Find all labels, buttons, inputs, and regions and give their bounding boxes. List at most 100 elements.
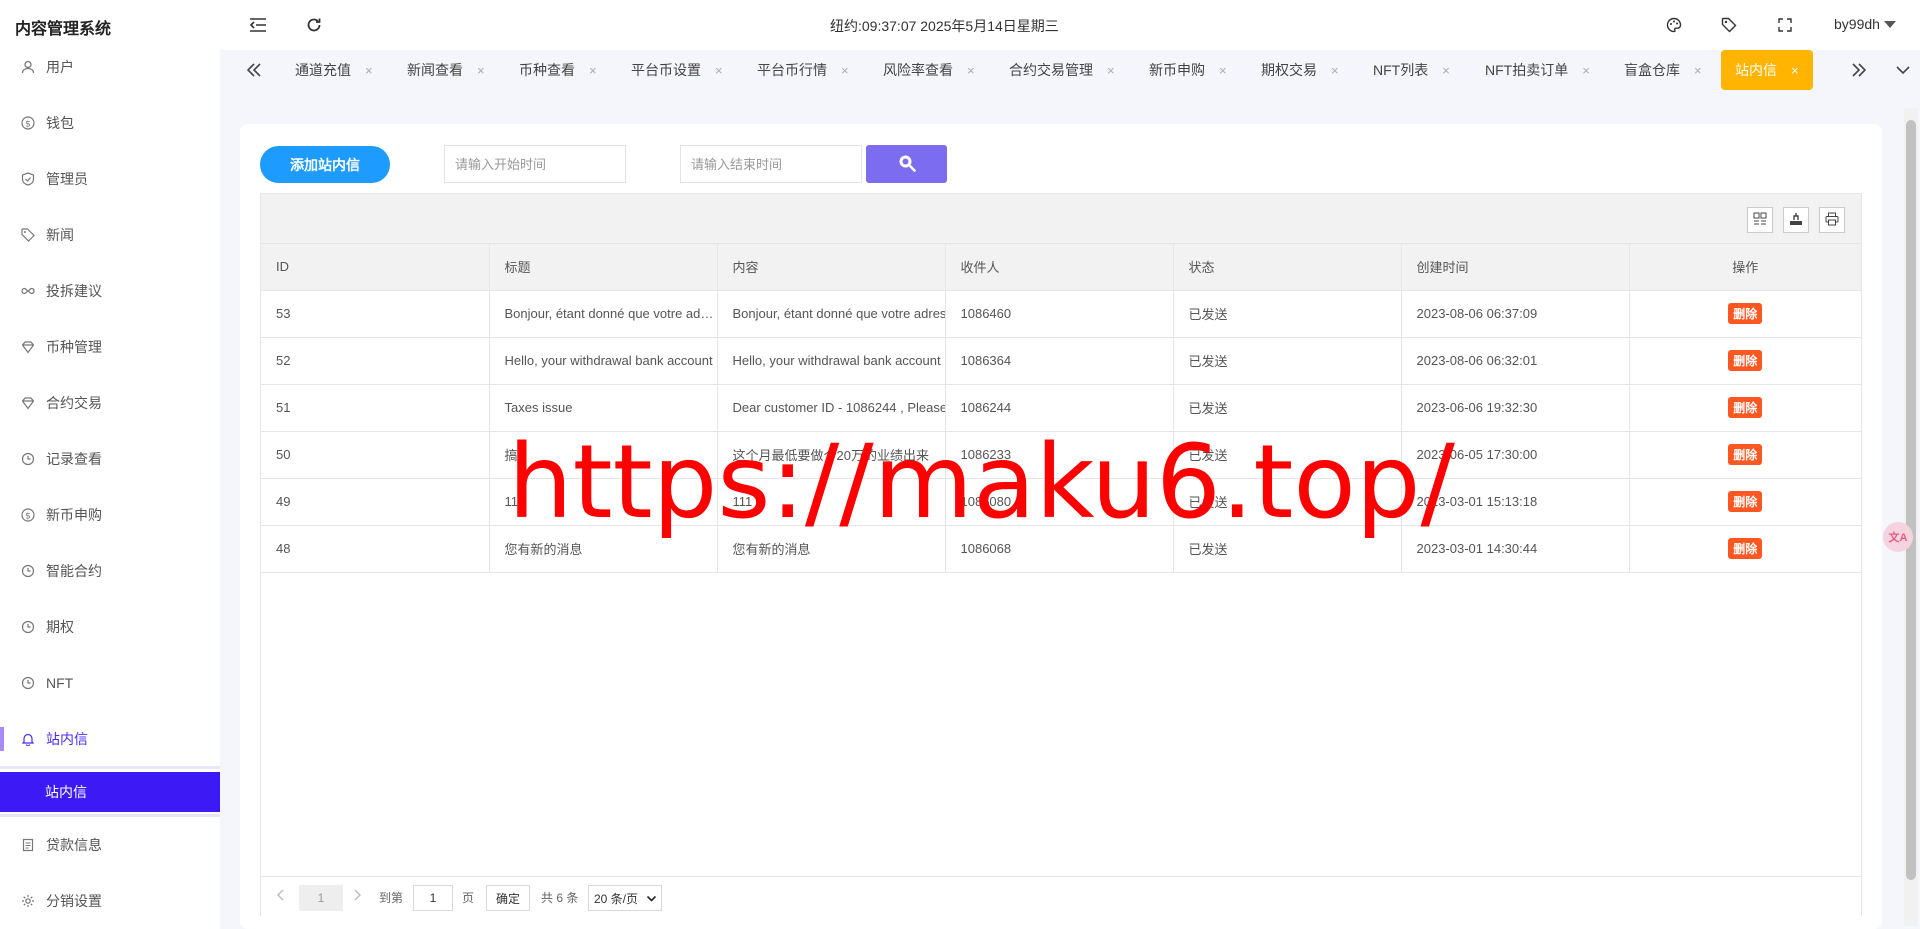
print-button[interactable] — [1819, 207, 1845, 233]
palette-icon[interactable] — [1663, 14, 1685, 36]
submenu-item-messages[interactable]: 站内信 — [0, 772, 220, 812]
export-button[interactable] — [1783, 207, 1809, 233]
tabs-dropdown-icon[interactable] — [1891, 58, 1915, 82]
fullscreen-icon[interactable] — [1774, 14, 1796, 36]
sidebar-item-label: 投拆建议 — [46, 283, 102, 299]
caret-down-icon[interactable] — [1884, 21, 1896, 28]
column-header[interactable]: ID — [261, 244, 490, 291]
table-row[interactable]: 49 111 111 1086080 已发送 2023-03-01 15:13:… — [261, 478, 1861, 526]
close-icon[interactable]: × — [1219, 63, 1227, 78]
export-icon — [1789, 212, 1803, 229]
cell-content: Dear customer ID - 1086244 , Please — [717, 384, 946, 432]
printer-icon — [1825, 212, 1839, 229]
tab-contract-trading[interactable]: 合约交易管理 × — [1009, 50, 1115, 90]
close-icon[interactable]: × — [1694, 63, 1702, 78]
scrollbar-thumb[interactable] — [1906, 120, 1916, 880]
tab-nft-list[interactable]: NFT列表 × — [1373, 50, 1450, 90]
sidebar-item-smart-contracts[interactable]: 智能合约 — [0, 551, 220, 591]
sidebar-item-loans[interactable]: 贷款信息 — [0, 825, 220, 865]
goto-page-input[interactable]: 1 — [413, 885, 453, 911]
sidebar-item-contracts[interactable]: 合约交易 — [0, 383, 220, 423]
tabs-scroll-right-icon[interactable] — [1847, 58, 1871, 82]
sidebar-item-distribution[interactable]: 分销设置 — [0, 881, 220, 921]
close-icon[interactable]: × — [477, 63, 485, 78]
delete-button[interactable]: 删除 — [1728, 397, 1763, 418]
tabs-scroll-left-icon[interactable] — [242, 58, 266, 82]
prev-page-icon[interactable] — [277, 889, 285, 901]
close-icon[interactable]: × — [1442, 63, 1450, 78]
search-button[interactable] — [866, 145, 947, 183]
diamond-icon — [20, 395, 36, 411]
tab-options-trading[interactable]: 期权交易 × — [1261, 50, 1339, 90]
close-icon[interactable]: × — [1582, 63, 1590, 78]
dollar-icon: $ — [20, 507, 36, 523]
cell-actions: 删除 — [1629, 290, 1861, 338]
close-icon[interactable]: × — [589, 63, 597, 78]
tab-nft-auction[interactable]: NFT拍卖订单 × — [1485, 50, 1590, 90]
table-toolbar — [261, 194, 1861, 244]
cell-recipient: 1086068 — [945, 525, 1174, 573]
next-page-icon[interactable] — [353, 889, 361, 901]
translate-button[interactable]: 文A — [1883, 522, 1913, 552]
column-header[interactable]: 内容 — [717, 244, 946, 291]
tab-coin-view[interactable]: 币种查看 × — [519, 50, 597, 90]
delete-button[interactable]: 删除 — [1728, 538, 1763, 559]
close-icon[interactable]: × — [365, 63, 373, 78]
delete-button[interactable]: 删除 — [1728, 350, 1763, 371]
close-icon[interactable]: × — [1331, 63, 1339, 78]
sidebar-item-users[interactable]: 用户 — [0, 50, 220, 87]
close-icon[interactable]: × — [1107, 63, 1115, 78]
collapse-menu-icon[interactable] — [247, 14, 269, 36]
tab-messages[interactable]: 站内信 × — [1721, 50, 1813, 90]
column-header[interactable]: 收件人 — [945, 244, 1174, 291]
tab-news-view[interactable]: 新闻查看 × — [407, 50, 485, 90]
column-header[interactable]: 状态 — [1173, 244, 1402, 291]
end-time-input[interactable] — [680, 145, 862, 183]
sidebar-item-nft[interactable]: NFT — [0, 663, 220, 703]
tab-new-coin-ipo[interactable]: 新币申购 × — [1149, 50, 1227, 90]
close-icon[interactable]: × — [1791, 63, 1799, 78]
tab-platform-coin-market[interactable]: 平台币行情 × — [757, 50, 849, 90]
add-message-button[interactable]: 添加站内信 — [260, 146, 390, 183]
cell-recipient: 1086460 — [945, 290, 1174, 338]
table-row[interactable]: 52 Hello, your withdrawal bank account H… — [261, 337, 1861, 385]
table-row[interactable]: 48 您有新的消息 您有新的消息 1086068 已发送 2023-03-01 … — [261, 525, 1861, 573]
sidebar-item-records[interactable]: 记录查看 — [0, 439, 220, 479]
sidebar-item-ipo[interactable]: $ 新币申购 — [0, 495, 220, 535]
column-header[interactable]: 创建时间 — [1401, 244, 1630, 291]
start-time-input[interactable] — [444, 145, 626, 183]
goto-confirm-button[interactable]: 确定 — [486, 885, 530, 911]
delete-button[interactable]: 删除 — [1728, 491, 1763, 512]
tab-blind-box[interactable]: 盲盒仓库 × — [1624, 50, 1702, 90]
columns-filter-button[interactable] — [1747, 207, 1773, 233]
table-row[interactable]: 53 Bonjour, étant donné que votre adress… — [261, 290, 1861, 338]
tab-platform-coin-settings[interactable]: 平台币设置 × — [631, 50, 723, 90]
username[interactable]: by99dh — [1834, 16, 1880, 32]
sidebar-item-messages[interactable]: 站内信 — [0, 719, 220, 759]
message-table: ID 标题 内容 收件人 状态 创建时间 操作 53 Bonjour, étan… — [260, 193, 1862, 916]
cell-id: 50 — [261, 431, 490, 479]
sidebar-item-options[interactable]: 期权 — [0, 607, 220, 647]
tab-channel-recharge[interactable]: 通道充值 × — [295, 50, 373, 90]
page-size-select[interactable]: 20 条/页 — [588, 885, 662, 911]
column-header[interactable]: 标题 — [489, 244, 718, 291]
close-icon[interactable]: × — [841, 63, 849, 78]
sidebar-item-news[interactable]: 新闻 — [0, 215, 220, 255]
close-icon[interactable]: × — [715, 63, 723, 78]
table-row[interactable]: 51 Taxes issue Dear customer ID - 108624… — [261, 384, 1861, 432]
sidebar-item-wallet[interactable]: $ 钱包 — [0, 103, 220, 143]
cell-recipient: 1086364 — [945, 337, 1174, 385]
refresh-icon[interactable] — [303, 14, 325, 36]
sidebar-item-label: 合约交易 — [46, 395, 102, 411]
tab-risk-rate[interactable]: 风险率查看 × — [883, 50, 975, 90]
sidebar-item-admin[interactable]: 管理员 — [0, 159, 220, 199]
sidebar-item-suggestions[interactable]: 投拆建议 — [0, 271, 220, 311]
cell-content: 这个月最低要做个20万的业绩出来 — [717, 431, 946, 479]
delete-button[interactable]: 删除 — [1728, 303, 1763, 324]
tag-icon[interactable] — [1718, 14, 1740, 36]
table-row[interactable]: 50 搞 这个月最低要做个20万的业绩出来 1086233 已发送 2023-0… — [261, 431, 1861, 479]
delete-button[interactable]: 删除 — [1728, 444, 1763, 465]
close-icon[interactable]: × — [967, 63, 975, 78]
sidebar-item-coins[interactable]: 币种管理 — [0, 327, 220, 367]
cell-status: 已发送 — [1173, 478, 1402, 526]
